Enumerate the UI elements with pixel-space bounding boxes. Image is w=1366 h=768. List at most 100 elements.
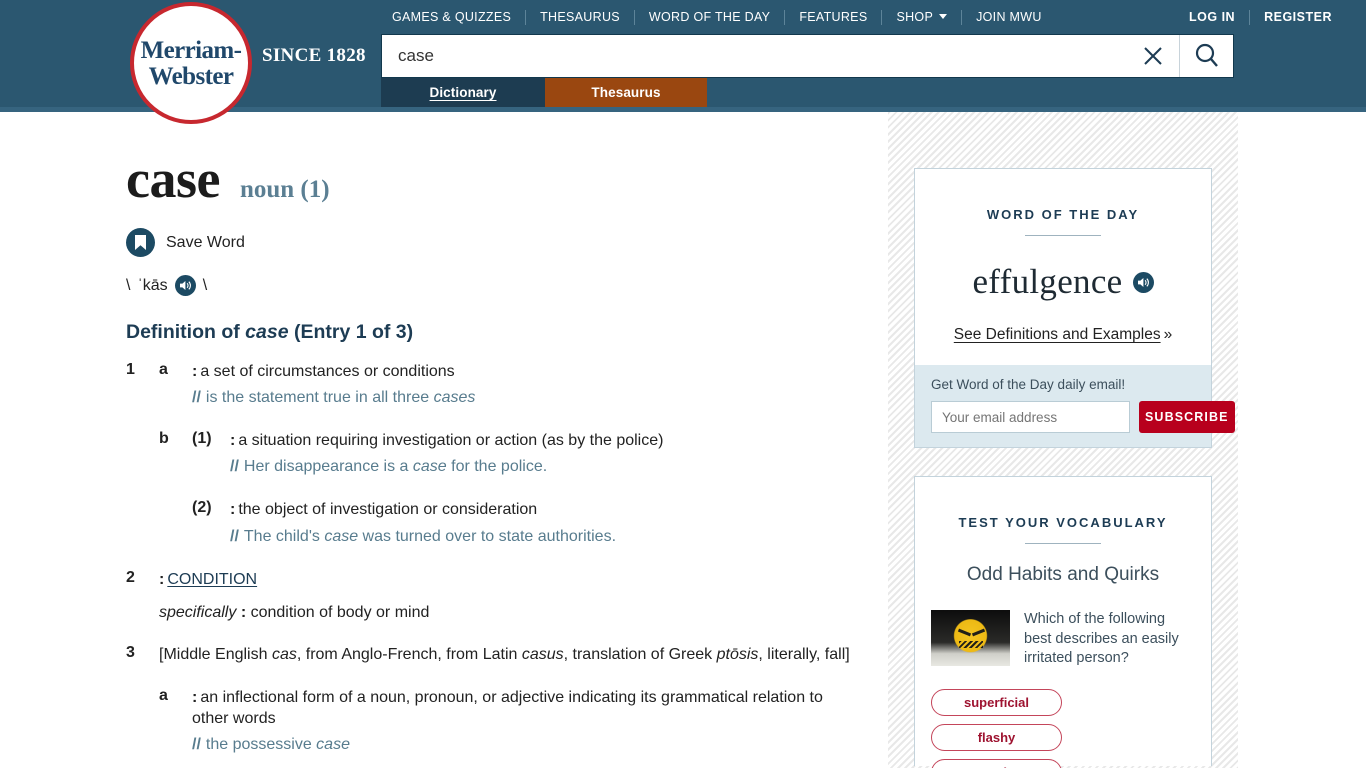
sense-example: //Her disappearance is a case for the po… xyxy=(230,456,856,477)
cross-reference-link[interactable]: CONDITION xyxy=(167,571,257,588)
divider xyxy=(1025,543,1101,544)
face-mouth xyxy=(959,641,983,648)
sense-item: b (1) :a situation requiring investigati… xyxy=(126,430,856,477)
sense-text: : CONDITION xyxy=(159,569,856,590)
sense-number: 1 xyxy=(126,361,135,378)
nav-item-games-quizzes[interactable]: GAMES & QUIZZES xyxy=(378,10,525,24)
sense-text: :a situation requiring investigation or … xyxy=(230,430,856,451)
chevron-down-icon xyxy=(939,14,948,19)
sense-body: : the object of investigation or consider… xyxy=(230,499,856,546)
pronunciation-audio-button[interactable] xyxy=(174,275,196,296)
word-of-the-day-word[interactable]: effulgence xyxy=(972,262,1122,302)
nav-item-word-of-the-day[interactable]: WORD OF THE DAY xyxy=(635,10,784,24)
bookmark-icon xyxy=(135,235,146,250)
register-link[interactable]: REGISTER xyxy=(1250,10,1346,24)
tab-dictionary[interactable]: Dictionary xyxy=(381,78,545,107)
etymology-italic-3: ptōsis xyxy=(716,645,759,663)
etymology-text: [Middle English cas, from Anglo-French, … xyxy=(159,644,856,665)
tab-thesaurus-label: Thesaurus xyxy=(591,85,661,100)
speaker-icon xyxy=(179,281,191,290)
newsletter-signup: Get Word of the Day daily email! SUBSCRI… xyxy=(915,365,1235,447)
sense-body: :a situation requiring investigation or … xyxy=(230,430,856,477)
save-word-label: Save Word xyxy=(166,233,245,251)
bookmark-icon-button[interactable] xyxy=(126,228,155,257)
etymology-post: , literally, fall] xyxy=(758,645,850,663)
quiz-answer-option[interactable]: gregarious xyxy=(931,758,1062,768)
sense-body: : an inflectional form of a noun, pronoun… xyxy=(192,687,856,755)
example-mark: // xyxy=(192,389,201,407)
headword-row: case noun (1) xyxy=(126,152,856,206)
sense-definition: the object of investigation or considera… xyxy=(238,501,538,519)
sense-definition: a set of circumstances or conditions xyxy=(200,363,455,380)
etymology-italic-2: casus xyxy=(521,645,564,663)
sense-colon: : xyxy=(159,570,165,588)
example-pre: is the statement true in all three xyxy=(205,389,434,407)
pronunciation-close-slash: \ xyxy=(202,276,208,294)
example-pre: the possessive xyxy=(205,736,317,754)
sense-body: [Middle English cas, from Anglo-French, … xyxy=(159,644,856,665)
quiz-answer-option[interactable]: flashy xyxy=(931,723,1062,751)
example-pre: The child's xyxy=(243,527,325,545)
search-input[interactable] xyxy=(382,35,1127,77)
clear-search-button[interactable] xyxy=(1127,35,1179,77)
test-your-vocabulary-card: TEST YOUR VOCABULARY Odd Habits and Quir… xyxy=(914,476,1212,768)
pronunciation-text: ˈkās xyxy=(137,276,168,294)
sense-colon: : xyxy=(230,432,236,450)
see-definitions-link[interactable]: See Definitions and Examples xyxy=(954,326,1161,343)
etymology-italic-1: cas xyxy=(271,645,297,663)
nav-item-shop-label: SHOP xyxy=(896,10,934,24)
logo-inner: Merriam- Webster xyxy=(137,9,245,117)
arrow-right-icon: » xyxy=(1163,326,1173,343)
nav-item-features[interactable]: FEATURES xyxy=(785,10,881,24)
save-word-control[interactable]: Save Word xyxy=(126,228,856,257)
sense-subnumber: (2) xyxy=(192,499,212,517)
sidebar: WORD OF THE DAY effulgence See Definitio… xyxy=(888,112,1238,768)
nav-item-thesaurus[interactable]: THESAURUS xyxy=(526,10,634,24)
sense-text: : the object of investigation or consider… xyxy=(230,499,856,520)
nav-item-shop[interactable]: SHOP xyxy=(882,10,961,24)
face-brow-left xyxy=(957,628,972,637)
sense-letter: a xyxy=(159,361,168,378)
account-navigation: LOG IN REGISTER xyxy=(1175,8,1346,26)
search-scope-tabs: Dictionary Thesaurus xyxy=(381,78,707,107)
sense-letter: a xyxy=(159,686,168,704)
search-submit-button[interactable] xyxy=(1179,35,1233,77)
email-field[interactable] xyxy=(931,401,1130,433)
example-mark: // xyxy=(192,736,201,754)
pronunciation-open-slash: \ xyxy=(126,276,131,294)
word-of-the-day-card: WORD OF THE DAY effulgence See Definitio… xyxy=(914,168,1235,448)
example-mark: // xyxy=(230,527,239,545)
sense-item: a : an inflectional form of a noun, prono… xyxy=(126,687,856,755)
sense-definition: an inflectional form of a noun, pronoun,… xyxy=(192,688,823,727)
word-of-the-day-kicker: WORD OF THE DAY xyxy=(986,207,1140,222)
sense-letter: b xyxy=(159,430,169,448)
sense-text: : an inflectional form of a noun, pronoun… xyxy=(192,687,856,729)
angry-face-ball-image xyxy=(931,610,1010,666)
sense-body: : CONDITION specifically : condition of b… xyxy=(159,569,856,622)
sense-body: :a set of circumstances or conditions //… xyxy=(192,361,856,408)
face-brow-right xyxy=(971,628,986,637)
sense-number: 2 xyxy=(126,568,135,586)
log-in-link[interactable]: LOG IN xyxy=(1175,10,1249,24)
etymology-mid-2: , translation of Greek xyxy=(563,645,717,663)
quiz-answer-option[interactable]: superficial xyxy=(931,688,1062,716)
sense-example: //The child's case was turned over to st… xyxy=(230,526,856,547)
nav-item-join-mwu[interactable]: JOIN MWU xyxy=(962,10,1056,24)
tab-thesaurus[interactable]: Thesaurus xyxy=(545,78,707,107)
word-of-the-day-audio-button[interactable] xyxy=(1132,271,1154,293)
sense-definition: a situation requiring investigation or a… xyxy=(238,432,664,450)
example-pre: Her disappearance is a xyxy=(243,458,413,476)
speaker-icon xyxy=(1137,277,1149,287)
sense-number: 3 xyxy=(126,643,135,661)
logo-line-1: Merriam- xyxy=(140,36,242,64)
subscribe-button[interactable]: SUBSCRIBE xyxy=(1139,401,1235,433)
quiz-title: Odd Habits and Quirks xyxy=(966,564,1160,585)
sense-item: 1 a :a set of circumstances or condition… xyxy=(126,361,856,408)
sense-example: //the possessive case xyxy=(192,734,856,755)
page-body: case noun (1) Save Word \ ˈkās \ Definit… xyxy=(0,112,1366,768)
example-mark: // xyxy=(230,458,239,476)
quiz-kicker: TEST YOUR VOCABULARY xyxy=(958,515,1168,530)
divider xyxy=(1025,235,1101,236)
site-logo[interactable]: Merriam- Webster xyxy=(130,2,252,124)
etymology-pre: [Middle English xyxy=(159,645,272,663)
